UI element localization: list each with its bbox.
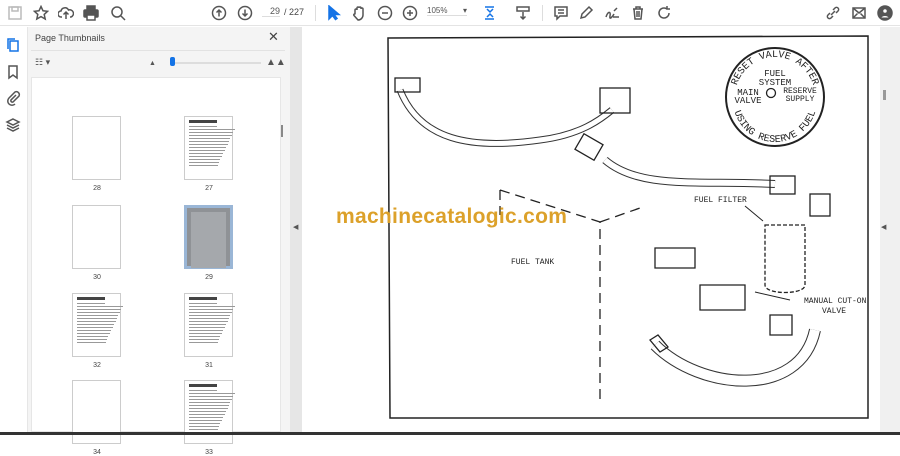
thumbnail-page-label: 30 bbox=[93, 274, 101, 281]
thumbnail-page-label: 33 bbox=[205, 449, 213, 456]
page-thumbnail[interactable] bbox=[184, 293, 235, 357]
zoom-out-icon[interactable] bbox=[376, 4, 394, 22]
thumbnail-list: 28 27 30 29 32 31 34 33 bbox=[31, 77, 281, 456]
svg-text:USING RESERVE FUEL: USING RESERVE FUEL bbox=[731, 109, 819, 146]
panel-splitter[interactable]: ◀ bbox=[290, 27, 302, 435]
hand-tool-icon[interactable] bbox=[350, 4, 368, 22]
account-icon[interactable] bbox=[876, 4, 894, 22]
save-icon[interactable] bbox=[6, 4, 24, 22]
cutoff-valve-label: MANUAL CUT-ON bbox=[804, 297, 867, 306]
thumbnail-page-label: 31 bbox=[205, 362, 213, 369]
cloud-upload-icon[interactable] bbox=[57, 4, 75, 22]
page-number-input[interactable]: 29 bbox=[262, 6, 280, 17]
thumbnail-page-label: 29 bbox=[205, 274, 213, 281]
fit-page-icon[interactable] bbox=[482, 4, 500, 22]
email-icon[interactable] bbox=[850, 4, 868, 22]
comment-icon[interactable] bbox=[552, 4, 570, 22]
print-icon[interactable] bbox=[82, 4, 100, 22]
small-thumbnails-icon[interactable]: ▲ bbox=[149, 60, 156, 67]
document-view: RESET VALVE AFTER USING RESERVE FUEL FUE… bbox=[302, 27, 880, 435]
share-link-icon[interactable] bbox=[824, 4, 842, 22]
thumbnails-panel: Page Thumbnails ✕ ☷ ▾ ▲ ▲▲ 28 27 30 29 32 31 3… bbox=[28, 27, 290, 456]
scrollbar-thumb[interactable] bbox=[883, 90, 886, 100]
dial-bottom-text: USING RESERVE FUEL bbox=[731, 109, 819, 146]
watermark: machinecatalogic.com bbox=[336, 205, 568, 228]
fuel-filter-label: FUEL FILTER bbox=[694, 196, 747, 205]
thumbnail-page-label: 27 bbox=[205, 185, 213, 192]
page-thumbnail[interactable] bbox=[72, 116, 121, 180]
page-thumbnail[interactable] bbox=[184, 116, 235, 180]
slider-handle[interactable] bbox=[170, 57, 175, 66]
attachments-icon[interactable] bbox=[5, 90, 21, 106]
panel-title: Page Thumbnails bbox=[35, 33, 105, 43]
page-down-icon[interactable] bbox=[236, 4, 254, 22]
fuel-tank-label: FUEL TANK bbox=[511, 258, 554, 267]
left-tool-rail bbox=[0, 27, 28, 435]
thumbnail-page-label: 32 bbox=[93, 362, 101, 369]
select-cursor-icon[interactable] bbox=[324, 4, 342, 22]
zoom-level-select[interactable]: 105% ▾ bbox=[427, 6, 467, 16]
layers-icon[interactable] bbox=[5, 117, 21, 133]
zoom-level-value: 105% bbox=[427, 6, 448, 15]
divider bbox=[542, 5, 543, 21]
sign-icon[interactable] bbox=[603, 4, 621, 22]
page-thumbnail[interactable] bbox=[72, 205, 121, 269]
page-thumbnails-icon[interactable] bbox=[5, 37, 21, 53]
dial-supply: SUPPLY bbox=[786, 95, 815, 104]
page-thumbnail[interactable] bbox=[184, 205, 233, 269]
zoom-search-icon[interactable] bbox=[109, 4, 127, 22]
bookmarks-icon[interactable] bbox=[5, 64, 21, 80]
close-panel-icon[interactable]: ✕ bbox=[268, 29, 279, 45]
divider bbox=[315, 5, 316, 21]
thumbnail-page-label: 34 bbox=[93, 449, 101, 456]
document-scrollbar[interactable]: ◀ bbox=[880, 27, 900, 435]
dial-valve: VALVE bbox=[734, 96, 761, 106]
highlight-pen-icon[interactable] bbox=[577, 4, 595, 22]
bookmark-star-icon[interactable] bbox=[32, 4, 50, 22]
collapse-panel-arrow[interactable]: ◀ bbox=[293, 223, 298, 231]
thumbnail-options-menu[interactable]: ☷ ▾ bbox=[35, 57, 50, 68]
thumbnail-size-slider[interactable] bbox=[171, 62, 261, 64]
large-thumbnails-icon[interactable]: ▲▲ bbox=[266, 57, 286, 68]
delete-icon[interactable] bbox=[629, 4, 647, 22]
page-total: / 227 bbox=[284, 7, 305, 17]
zoom-in-icon[interactable] bbox=[401, 4, 419, 22]
fuel-system-diagram: RESET VALVE AFTER USING RESERVE FUEL FUE… bbox=[387, 35, 869, 419]
main-toolbar: 29 / 227 105% ▾ bbox=[0, 0, 900, 26]
expand-right-panel-arrow[interactable]: ◀ bbox=[881, 223, 886, 231]
scroll-mode-icon[interactable] bbox=[514, 4, 532, 22]
divider bbox=[31, 50, 285, 51]
page-up-icon[interactable] bbox=[210, 4, 228, 22]
cutoff-valve-label-2: VALVE bbox=[822, 307, 846, 316]
thumbnail-page-label: 28 bbox=[93, 185, 101, 192]
page-thumbnail[interactable] bbox=[72, 293, 123, 357]
panel-scrollbar[interactable] bbox=[281, 125, 283, 137]
rotate-icon[interactable] bbox=[655, 4, 673, 22]
